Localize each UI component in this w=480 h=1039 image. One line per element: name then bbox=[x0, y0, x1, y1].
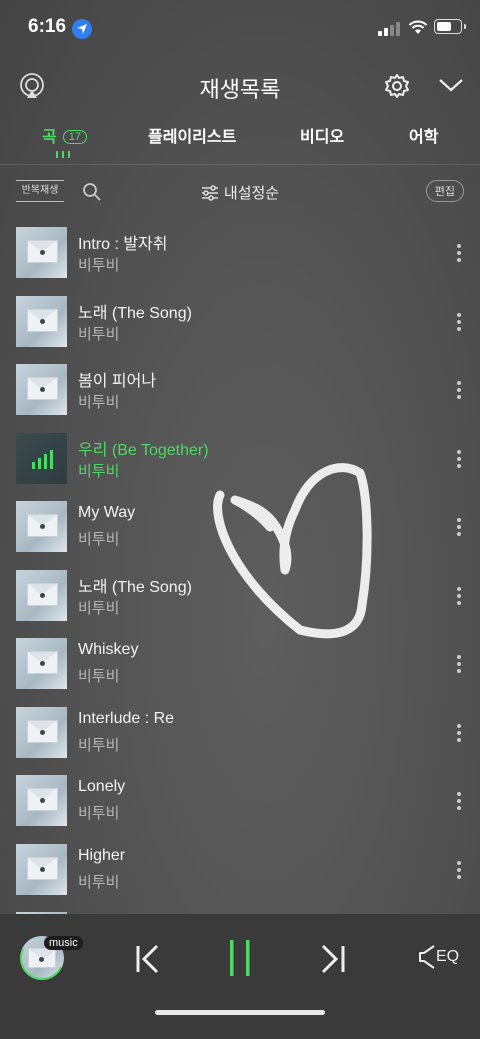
song-artist: 비투비 bbox=[78, 462, 120, 480]
song-title: 노래 (The Song) bbox=[78, 578, 192, 596]
song-artist: 비투비 bbox=[78, 668, 120, 685]
status-bar: 6:16 bbox=[0, 0, 480, 56]
song-count-badge: 17 bbox=[62, 130, 87, 144]
album-art bbox=[16, 295, 67, 347]
sort-button[interactable]: 내설정순 bbox=[0, 182, 480, 203]
now-playing-indicator-icon bbox=[56, 151, 70, 158]
song-artist: 비투비 bbox=[78, 873, 120, 891]
song-row[interactable]: Higher 비투비 bbox=[0, 839, 480, 908]
cellular-signal-icon bbox=[378, 22, 400, 36]
list-toolbar: 반복재생 내설정순 편집 bbox=[0, 176, 480, 208]
now-playing-bars-icon bbox=[32, 449, 53, 469]
battery-icon bbox=[434, 19, 466, 34]
more-icon[interactable] bbox=[457, 860, 461, 882]
song-artist: 비투비 bbox=[78, 736, 120, 754]
song-title: Lonely bbox=[78, 778, 126, 795]
album-art bbox=[16, 227, 67, 278]
status-time: 6:16 bbox=[28, 16, 67, 37]
song-row-partial[interactable] bbox=[0, 907, 480, 914]
song-title: 우리 (Be Together) bbox=[78, 441, 209, 459]
tab-playlists[interactable]: 플레이리스트 bbox=[148, 123, 236, 147]
more-icon[interactable] bbox=[457, 655, 461, 676]
tab-language[interactable]: 어학 bbox=[409, 123, 438, 147]
more-icon[interactable] bbox=[457, 723, 461, 745]
song-row[interactable]: Lonely 비투비 bbox=[0, 770, 480, 839]
eq-button[interactable]: EQ bbox=[418, 944, 459, 970]
more-icon[interactable] bbox=[457, 586, 461, 608]
song-title: My Way bbox=[78, 504, 136, 521]
more-icon[interactable] bbox=[457, 792, 461, 813]
wifi-icon bbox=[408, 20, 428, 34]
song-title: Higher bbox=[78, 846, 126, 864]
song-title: 노래 (The Song) bbox=[78, 304, 192, 322]
album-art-playing bbox=[16, 432, 67, 484]
eq-label: EQ bbox=[436, 948, 460, 965]
header: 재생목록 bbox=[0, 60, 480, 110]
song-title: Intro : 발자취 bbox=[78, 236, 168, 253]
tab-videos[interactable]: 비디오 bbox=[300, 123, 344, 147]
gear-icon[interactable] bbox=[383, 72, 411, 100]
song-row[interactable]: 봄이 피어나비투비 bbox=[0, 359, 480, 428]
album-art bbox=[16, 775, 67, 826]
player-bar: music EQ bbox=[0, 914, 480, 1039]
location-icon bbox=[72, 19, 92, 39]
pause-icon[interactable] bbox=[225, 938, 255, 978]
song-artist: 비투비 bbox=[78, 257, 120, 274]
edit-button[interactable]: 편집 bbox=[425, 180, 464, 202]
song-artist: 비투비 bbox=[78, 394, 120, 411]
album-art bbox=[16, 501, 67, 552]
album-art bbox=[16, 638, 67, 689]
album-art bbox=[16, 569, 67, 621]
song-artist: 비투비 bbox=[78, 805, 120, 822]
album-art bbox=[16, 364, 67, 415]
song-row[interactable]: Intro : 발자취비투비 bbox=[0, 222, 480, 291]
more-icon[interactable] bbox=[457, 449, 461, 471]
more-icon[interactable] bbox=[457, 518, 461, 539]
sort-label: 내설정순 bbox=[223, 185, 280, 202]
home-indicator bbox=[155, 1010, 325, 1015]
song-title: Whiskey bbox=[78, 641, 139, 658]
next-icon[interactable] bbox=[318, 942, 348, 976]
more-icon[interactable] bbox=[457, 381, 461, 402]
song-title: Interlude : Re bbox=[78, 709, 175, 727]
chevron-down-icon[interactable] bbox=[438, 76, 464, 94]
tab-bar: 곡 17 플레이리스트 비디오 어학 bbox=[0, 118, 480, 165]
song-artist: 비투비 bbox=[78, 531, 120, 548]
song-row[interactable]: 노래 (The Song) 비투비 bbox=[0, 291, 480, 360]
song-title: 봄이 피어나 bbox=[78, 373, 157, 390]
previous-icon[interactable] bbox=[133, 942, 163, 976]
tab-songs[interactable]: 곡 17 bbox=[42, 123, 87, 147]
song-row[interactable]: Interlude : Re 비투비 bbox=[0, 702, 480, 771]
more-icon[interactable] bbox=[457, 312, 461, 334]
heart-doodle bbox=[213, 463, 372, 639]
song-artist: 비투비 bbox=[78, 325, 120, 343]
more-icon[interactable] bbox=[457, 244, 461, 265]
sort-sliders-icon bbox=[201, 185, 218, 201]
song-artist: 비투비 bbox=[78, 599, 120, 617]
eq-speaker-icon bbox=[419, 945, 435, 969]
album-art bbox=[16, 706, 67, 758]
album-art bbox=[16, 843, 67, 895]
music-tag: music bbox=[44, 936, 83, 950]
